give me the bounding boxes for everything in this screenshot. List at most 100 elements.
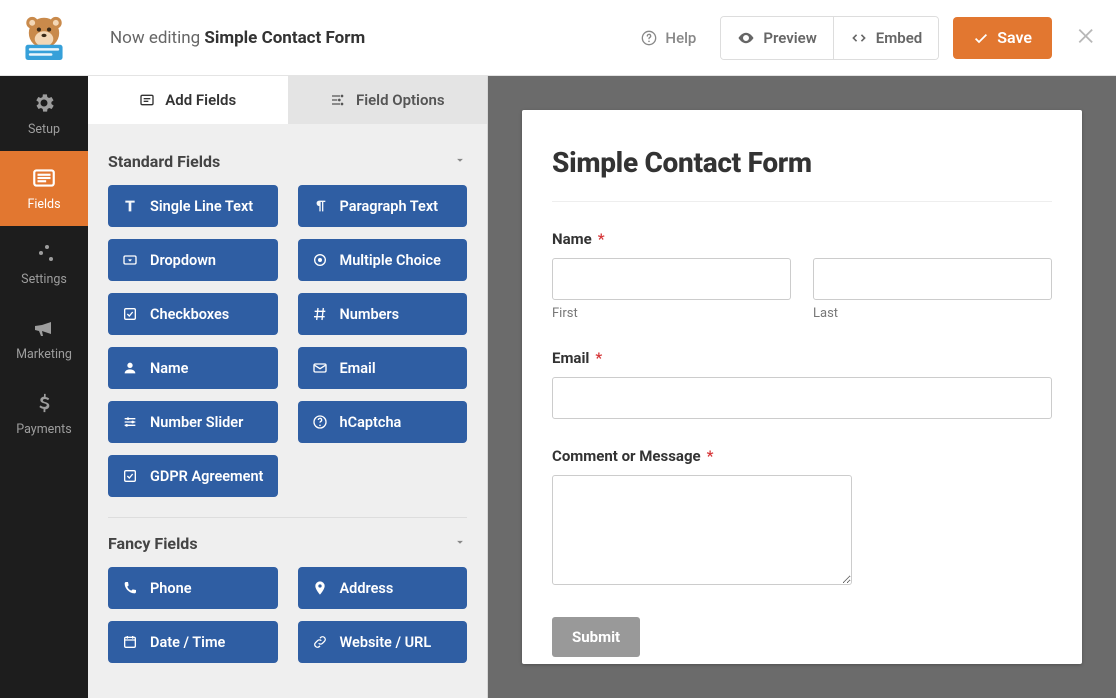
dollar-icon	[31, 390, 57, 416]
fancy-fields-grid: Phone Address Date / Time Website /	[108, 567, 467, 673]
standard-fields-grid: Single Line Text Paragraph Text Dropdown	[108, 185, 467, 507]
field-website-url[interactable]: Website / URL	[298, 621, 468, 663]
field-hcaptcha[interactable]: hCaptcha	[298, 401, 468, 443]
field-label: Paragraph Text	[340, 198, 439, 215]
field-number-slider[interactable]: Number Slider	[108, 401, 278, 443]
email-input[interactable]	[552, 377, 1052, 419]
dropdown-icon	[122, 252, 138, 268]
preview-button[interactable]: Preview	[721, 17, 832, 59]
editing-prefix: Now editing	[110, 28, 200, 48]
map-pin-icon	[312, 580, 328, 596]
envelope-icon	[312, 360, 328, 376]
preview-embed-group: Preview Embed	[720, 16, 939, 60]
required-asterisk: *	[595, 349, 602, 367]
required-asterisk: *	[707, 447, 714, 465]
form-preview-card: Simple Contact Form Name * First	[522, 110, 1082, 664]
sliders-icon	[31, 240, 57, 266]
field-label: Number Slider	[150, 414, 243, 431]
calendar-icon	[122, 634, 138, 650]
nav-settings[interactable]: Settings	[0, 226, 88, 301]
nav-marketing[interactable]: Marketing	[0, 301, 88, 376]
field-label: Checkboxes	[150, 306, 229, 323]
field-multiple-choice[interactable]: Multiple Choice	[298, 239, 468, 281]
tab-add-fields[interactable]: Add Fields	[88, 76, 288, 124]
text-cursor-icon	[122, 198, 138, 214]
nav-label: Setup	[28, 122, 60, 137]
help-link[interactable]: Help	[641, 29, 696, 47]
link-icon	[312, 634, 328, 650]
save-button[interactable]: Save	[953, 17, 1052, 59]
label-text: Email	[552, 349, 589, 367]
help-icon	[641, 30, 657, 46]
field-label: Date / Time	[150, 634, 225, 651]
nav-fields[interactable]: Fields	[0, 151, 88, 226]
field-single-line-text[interactable]: Single Line Text	[108, 185, 278, 227]
form-canvas[interactable]: Simple Contact Form Name * First	[488, 76, 1116, 698]
paragraph-icon	[312, 198, 328, 214]
form-title[interactable]: Simple Contact Form	[552, 146, 1052, 202]
add-fields-icon	[139, 92, 155, 108]
field-paragraph-text[interactable]: Paragraph Text	[298, 185, 468, 227]
code-icon	[850, 29, 868, 47]
submit-button[interactable]: Submit	[552, 617, 640, 657]
chevron-down-icon	[453, 534, 467, 553]
field-numbers[interactable]: Numbers	[298, 293, 468, 335]
field-email[interactable]: Email	[298, 347, 468, 389]
tab-label: Add Fields	[165, 91, 236, 109]
nav-label: Marketing	[16, 347, 72, 362]
tab-field-options[interactable]: Field Options	[288, 76, 488, 124]
field-phone[interactable]: Phone	[108, 567, 278, 609]
user-icon	[122, 360, 138, 376]
field-label: Comment or Message *	[552, 447, 1052, 465]
sliders-icon	[122, 414, 138, 430]
comment-textarea[interactable]	[552, 475, 852, 585]
nav-label: Payments	[16, 422, 71, 437]
bullhorn-icon	[31, 315, 57, 341]
bear-logo-icon	[17, 11, 71, 65]
field-name[interactable]: Name	[108, 347, 278, 389]
field-checkboxes[interactable]: Checkboxes	[108, 293, 278, 335]
field-label: hCaptcha	[340, 414, 402, 431]
label-text: Name	[552, 230, 592, 248]
field-address[interactable]: Address	[298, 567, 468, 609]
label-text: Comment or Message	[552, 447, 701, 465]
field-dropdown[interactable]: Dropdown	[108, 239, 278, 281]
save-label: Save	[997, 28, 1032, 47]
main-area: Now editing Simple Contact Form Help Pre…	[88, 0, 1116, 698]
section-fancy-fields[interactable]: Fancy Fields	[108, 520, 467, 567]
checkbox-icon	[122, 306, 138, 322]
fields-panel: Add Fields Field Options Standard Fields	[88, 76, 488, 698]
field-label: Dropdown	[150, 252, 216, 269]
embed-label: Embed	[876, 29, 922, 47]
submit-label: Submit	[572, 628, 620, 646]
form-field-comment[interactable]: Comment or Message *	[552, 447, 1052, 589]
first-name-input[interactable]	[552, 258, 791, 300]
close-button[interactable]	[1076, 21, 1098, 54]
nav-label: Fields	[27, 197, 60, 212]
radio-icon	[312, 252, 328, 268]
form-field-name[interactable]: Name * First Last	[552, 230, 1052, 321]
last-name-input[interactable]	[813, 258, 1052, 300]
nav-payments[interactable]: Payments	[0, 376, 88, 451]
nav-setup[interactable]: Setup	[0, 76, 88, 151]
section-standard-fields[interactable]: Standard Fields	[108, 138, 467, 185]
field-label: Numbers	[340, 306, 400, 323]
panel-body: Standard Fields Single Line Text Paragr	[88, 124, 487, 698]
checkbox-icon	[122, 468, 138, 484]
form-field-email[interactable]: Email *	[552, 349, 1052, 419]
section-title: Standard Fields	[108, 152, 220, 171]
field-date-time[interactable]: Date / Time	[108, 621, 278, 663]
section-title: Fancy Fields	[108, 534, 198, 553]
field-label: Multiple Choice	[340, 252, 441, 269]
editing-title: Now editing Simple Contact Form	[110, 28, 627, 48]
field-label: Name	[150, 360, 188, 377]
top-toolbar: Now editing Simple Contact Form Help Pre…	[88, 0, 1116, 76]
embed-button[interactable]: Embed	[833, 17, 938, 59]
field-label: GDPR Agreement	[150, 468, 263, 485]
help-label: Help	[665, 29, 696, 47]
field-gdpr-agreement[interactable]: GDPR Agreement	[108, 455, 278, 497]
hash-icon	[312, 306, 328, 322]
preview-label: Preview	[763, 29, 816, 47]
field-label: Website / URL	[340, 634, 432, 651]
question-icon	[312, 414, 328, 430]
